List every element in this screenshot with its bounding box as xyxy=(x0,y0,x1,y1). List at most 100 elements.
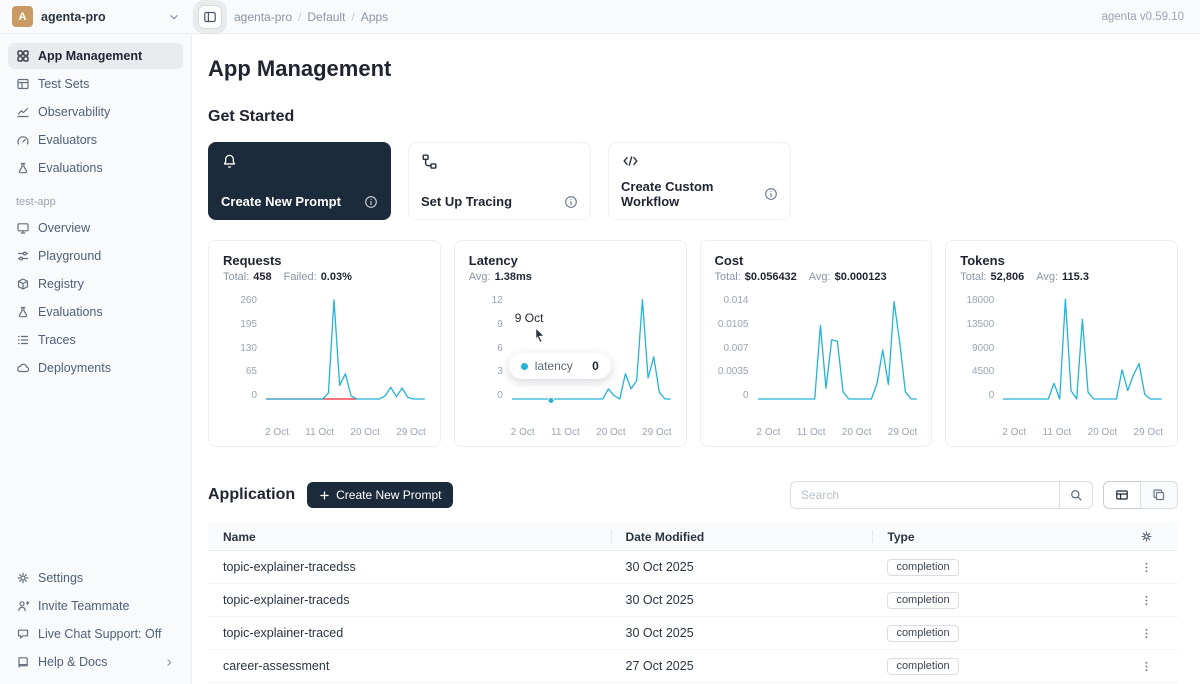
metric-label: Avg: xyxy=(809,271,831,283)
cost-chart[interactable] xyxy=(757,295,918,401)
metric-value: $0.056432 xyxy=(745,271,797,283)
info-icon[interactable] xyxy=(364,195,378,209)
sidebar-item-label: Help & Docs xyxy=(38,655,107,669)
sidebar-item-label: Deployments xyxy=(38,361,111,375)
breadcrumb-workspace[interactable]: agenta-pro xyxy=(234,10,292,24)
x-axis-labels: 2 Oct11 Oct20 Oct29 Oct xyxy=(265,427,426,438)
main-content: App Management Get Started Create New Pr… xyxy=(192,34,1200,684)
chevron-down-icon xyxy=(168,11,180,23)
workspace-name: agenta-pro xyxy=(41,10,106,24)
create-new-prompt-button[interactable]: Create New Prompt xyxy=(307,482,453,508)
flask-icon xyxy=(16,161,30,175)
table-row[interactable]: career-assessment 27 Oct 2025 completion xyxy=(208,650,1178,683)
metric-value: 458 xyxy=(253,271,271,283)
requests-chart[interactable] xyxy=(265,295,426,401)
metric-value: $0.000123 xyxy=(835,271,887,283)
search-input[interactable] xyxy=(790,481,1060,509)
table-row[interactable]: topic-explainer-traceds 30 Oct 2025 comp… xyxy=(208,584,1178,617)
app-name: topic-explainer-traceds xyxy=(208,593,611,607)
table-settings-gear-icon[interactable] xyxy=(1140,530,1153,543)
app-name: topic-explainer-tracedss xyxy=(208,560,611,574)
sidebar-item-evaluators[interactable]: Evaluators xyxy=(8,127,183,153)
breadcrumb-page[interactable]: Apps xyxy=(345,10,388,24)
sidebar-item-invite-teammate[interactable]: Invite Teammate xyxy=(8,593,183,619)
card-label: Create New Prompt xyxy=(221,194,341,209)
tooltip-value: 0 xyxy=(592,359,599,373)
x-axis-labels: 2 Oct11 Oct20 Oct29 Oct xyxy=(511,427,672,438)
info-icon[interactable] xyxy=(764,187,778,201)
column-header-name[interactable]: Name xyxy=(208,523,611,550)
cloud-icon xyxy=(16,361,30,375)
tooltip-series-name: latency xyxy=(535,359,573,373)
sidebar-item-registry[interactable]: Registry xyxy=(8,271,183,297)
row-menu-button[interactable] xyxy=(1140,660,1153,673)
sidebar-item-label: Observability xyxy=(38,105,110,119)
sidebar-item-settings[interactable]: Settings xyxy=(8,565,183,591)
column-header-type[interactable]: Type xyxy=(872,523,1115,550)
row-menu-button[interactable] xyxy=(1140,594,1153,607)
search-group xyxy=(790,481,1093,509)
sidebar-item-observability[interactable]: Observability xyxy=(8,99,183,125)
card-label: Set Up Tracing xyxy=(421,194,512,209)
gauge-icon xyxy=(16,133,30,147)
page-title: App Management xyxy=(208,56,1178,82)
set-up-tracing-card[interactable]: Set Up Tracing xyxy=(408,142,591,220)
sidebar-item-playground[interactable]: Playground xyxy=(8,243,183,269)
sidebar-item-traces[interactable]: Traces xyxy=(8,327,183,353)
grid-icon xyxy=(16,49,30,63)
application-heading: Application xyxy=(208,486,295,504)
y-axis-labels: 129630 xyxy=(469,295,511,401)
sidebar-item-overview[interactable]: Overview xyxy=(8,215,183,241)
row-menu-button[interactable] xyxy=(1140,627,1153,640)
type-badge: completion xyxy=(887,559,958,576)
search-button[interactable] xyxy=(1059,481,1093,509)
line-chart-icon xyxy=(16,105,30,119)
create-new-prompt-card[interactable]: Create New Prompt xyxy=(208,142,391,220)
sidebar-item-live-chat-support[interactable]: Live Chat Support: Off xyxy=(8,621,183,647)
box-icon xyxy=(16,277,30,291)
cost-stat-card: Cost Total: $0.056432 Avg: $0.000123 0.0… xyxy=(700,240,933,447)
list-icon xyxy=(16,333,30,347)
row-menu-button[interactable] xyxy=(1140,561,1153,574)
sidebar-collapse-button[interactable] xyxy=(198,5,222,29)
tokens-chart[interactable] xyxy=(1002,295,1163,401)
sidebar-item-label: App Management xyxy=(38,49,142,63)
stat-title: Tokens xyxy=(960,253,1163,268)
sidebar-item-app-management[interactable]: App Management xyxy=(8,43,183,69)
breadcrumb: agenta-pro Default Apps xyxy=(234,10,388,24)
topbar: A agenta-pro agenta-pro Default Apps age… xyxy=(0,0,1200,34)
sidebar-item-deployments[interactable]: Deployments xyxy=(8,355,183,381)
breadcrumb-project[interactable]: Default xyxy=(292,10,345,24)
sidebar-item-app-evaluations[interactable]: Evaluations xyxy=(8,299,183,325)
chevron-right-icon xyxy=(164,657,175,668)
latency-chart[interactable]: 9 Oct latency 0 xyxy=(511,295,672,401)
sidebar-item-help-docs[interactable]: Help & Docs xyxy=(8,649,183,675)
table-row[interactable]: topic-explainer-tracedss 30 Oct 2025 com… xyxy=(208,551,1178,584)
user-plus-icon xyxy=(16,599,30,613)
sidebar-item-label: Evaluations xyxy=(38,161,103,175)
table-icon xyxy=(16,77,30,91)
table-row[interactable]: topic-explainer-traced 30 Oct 2025 compl… xyxy=(208,617,1178,650)
tracing-icon xyxy=(421,153,578,170)
sidebar-item-test-sets[interactable]: Test Sets xyxy=(8,71,183,97)
chart-tooltip-date: 9 Oct xyxy=(515,311,544,325)
y-axis-labels: 1800013500900045000 xyxy=(960,295,1002,401)
info-icon[interactable] xyxy=(564,195,578,209)
metric-label: Total: xyxy=(960,271,986,283)
card-view-button[interactable] xyxy=(1140,481,1178,509)
create-custom-workflow-card[interactable]: Create Custom Workflow xyxy=(608,142,791,220)
sliders-icon xyxy=(16,249,30,263)
x-axis-labels: 2 Oct11 Oct20 Oct29 Oct xyxy=(1002,427,1163,438)
code-icon xyxy=(621,153,778,169)
table-view-button[interactable] xyxy=(1103,481,1141,509)
sidebar-item-label: Evaluators xyxy=(38,133,97,147)
stat-title: Latency xyxy=(469,253,672,268)
column-header-date-modified[interactable]: Date Modified xyxy=(611,523,873,550)
type-badge: completion xyxy=(887,658,958,675)
sidebar-item-evaluations[interactable]: Evaluations xyxy=(8,155,183,181)
app-name: career-assessment xyxy=(208,659,611,673)
sidebar-section-label: test-app xyxy=(16,196,175,208)
stats-row: Requests Total: 458 Failed: 0.03% 260195… xyxy=(208,240,1178,447)
workspace-switcher[interactable]: A agenta-pro xyxy=(0,0,192,33)
metric-label: Total: xyxy=(715,271,741,283)
